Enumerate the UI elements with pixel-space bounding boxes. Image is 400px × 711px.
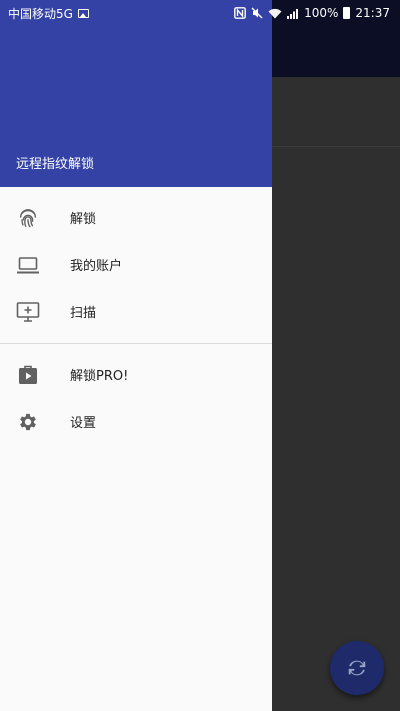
menu-item-settings[interactable]: 设置: [0, 398, 272, 445]
menu-item-unlock[interactable]: 解锁: [0, 194, 272, 241]
menu-item-account[interactable]: 我的账户: [0, 241, 272, 288]
battery-percent: 100%: [304, 6, 339, 20]
menu-item-label: 设置: [70, 416, 97, 431]
add-to-screen-icon: [16, 300, 40, 324]
clock: 21:37: [355, 6, 390, 20]
menu-item-label: 扫描: [70, 306, 97, 321]
background-divider: [272, 146, 400, 147]
battery-icon: [343, 7, 351, 19]
menu-item-label: 解锁: [70, 212, 97, 227]
refresh-fab[interactable]: [330, 641, 384, 695]
gallery-notification-icon: [77, 8, 89, 18]
menu-item-label: 解锁PRO!: [70, 369, 129, 384]
gear-icon: [16, 410, 40, 434]
laptop-icon: [16, 253, 40, 277]
carrier-text: 中国移动5G: [8, 6, 73, 21]
menu-item-scan[interactable]: 扫描: [0, 288, 272, 335]
nfc-icon: [234, 7, 246, 19]
drawer-title: 远程指纹解锁: [16, 157, 95, 172]
refresh-icon: [348, 660, 366, 676]
screen: 中国移动5G 100% 21:37 远程指纹解锁 解锁 我的账户 扫描 解锁PR…: [0, 0, 400, 711]
mute-icon: [251, 7, 263, 19]
menu-item-unlock-pro[interactable]: 解锁PRO!: [0, 351, 272, 398]
menu-item-label: 我的账户: [70, 259, 123, 274]
wifi-icon: [268, 8, 282, 18]
drawer-header: 远程指纹解锁: [0, 0, 272, 187]
status-bar: 中国移动5G 100% 21:37: [0, 0, 400, 26]
fingerprint-icon: [16, 206, 40, 230]
store-icon: [16, 363, 40, 387]
signal-icon: [287, 8, 299, 19]
drawer-menu: 解锁 我的账户 扫描 解锁PRO! 设置: [0, 187, 272, 445]
navigation-drawer: 远程指纹解锁 解锁 我的账户 扫描 解锁PRO! 设置: [0, 0, 272, 711]
